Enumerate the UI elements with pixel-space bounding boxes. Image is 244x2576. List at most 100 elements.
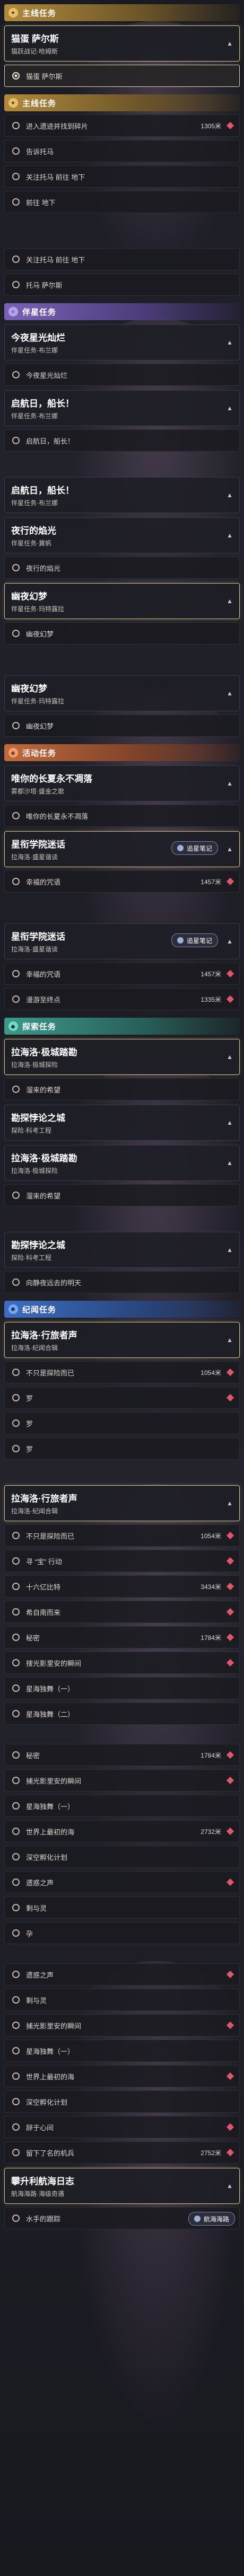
quest-card[interactable]: 星衔学院迷话 拉海洛·盛星谐谈 ▲ 追星笔记 bbox=[4, 831, 240, 867]
objective-item[interactable]: 告诉托马 bbox=[4, 140, 240, 162]
objective-item[interactable]: 孕 bbox=[4, 1922, 240, 1944]
section-title: 伴星任务 bbox=[22, 307, 57, 317]
objective-item[interactable]: 剩与灵 bbox=[4, 1896, 240, 1919]
quest-title: 攀升利航海日志 bbox=[11, 2176, 74, 2186]
radio-icon bbox=[12, 1532, 20, 1539]
radio-icon bbox=[12, 198, 20, 206]
section-main-quest[interactable]: ✦ 主线任务 bbox=[4, 4, 240, 21]
objective-item[interactable]: 向静夜远去的明天 bbox=[4, 1271, 240, 1293]
objective-item[interactable]: 留下了名的机兵 2752米 bbox=[4, 2141, 240, 2164]
chevron-icon: ▲ bbox=[226, 597, 233, 605]
objective-item[interactable]: 深空孵化计划 bbox=[4, 2090, 240, 2113]
quest-card[interactable]: 星衔学院迷话 拉海洛·盛星谐谈 ▲ 追星笔记 bbox=[4, 923, 240, 959]
radio-icon bbox=[12, 2098, 20, 2105]
section-lore-quest[interactable]: ✺ 纪闻任务 bbox=[4, 1301, 240, 1318]
section-main-quest[interactable]: ✦ 主线任务 bbox=[4, 94, 240, 111]
section-explore-quest[interactable]: ◆ 探索任务 bbox=[4, 1018, 240, 1035]
gold-quest-icon: ✦ bbox=[8, 8, 18, 17]
quest-card[interactable]: 幽夜幻梦 伴星任务·玛特露拉 ▲ bbox=[4, 675, 240, 711]
objective-item[interactable]: 世界上最初的海 bbox=[4, 2065, 240, 2087]
section-companion-quest[interactable]: ✧ 伴星任务 bbox=[4, 303, 240, 320]
objective-item[interactable]: 关注托马 前往 地下 bbox=[4, 165, 240, 188]
objective-label: 罗 bbox=[26, 1445, 33, 1453]
marker-icon bbox=[226, 2148, 234, 2157]
objective-item[interactable]: 水手的跟踪 航海海路 bbox=[4, 2207, 240, 2229]
objective-item[interactable]: 遗惑之声 bbox=[4, 1871, 240, 1893]
objective-item[interactable]: 捕光影里安的瞬间 bbox=[4, 2014, 240, 2036]
objective-item[interactable]: 寻 “宝” 行动 bbox=[4, 1550, 240, 1572]
quest-card[interactable]: 拉海洛·极城踏勘 拉海洛·极城探险 ▲ bbox=[4, 1039, 240, 1075]
quest-card[interactable]: 勘探悖论之城 探险·科考工程 ▲ bbox=[4, 1232, 240, 1268]
objective-item[interactable]: 捕光影里安的瞬间 bbox=[4, 1769, 240, 1792]
quest-subtitle: 航海海路·海级奇遇 bbox=[11, 2190, 64, 2198]
chevron-icon: ▲ bbox=[226, 1159, 233, 1167]
tracking-tooltip[interactable]: 航海海路 bbox=[188, 2212, 235, 2226]
objective-item[interactable]: 星海独舞（一） bbox=[4, 2040, 240, 2062]
objective-item[interactable]: 夜行的焰光 bbox=[4, 557, 240, 579]
objective-item[interactable]: 辞于心间 bbox=[4, 2116, 240, 2138]
objective-item[interactable]: 世界上最初的海 2732米 bbox=[4, 1820, 240, 1842]
radio-icon bbox=[12, 1929, 20, 1937]
objective-label: 遗惑之声 bbox=[26, 1971, 54, 1979]
quest-card[interactable]: 拉海洛·行旅者声 拉海洛·纪闻合辑 ▲ bbox=[4, 1322, 240, 1358]
quest-card[interactable]: 启航日，船长！ 伴星任务·布兰娜 ▲ bbox=[4, 477, 240, 513]
objective-item[interactable]: 秘密 1784米 bbox=[4, 1744, 240, 1766]
radio-icon bbox=[12, 255, 20, 263]
objective-item[interactable]: 猫蛋 萨尔斯 bbox=[4, 65, 240, 87]
section-event-quest[interactable]: ◈ 活动任务 bbox=[4, 744, 240, 761]
objective-item[interactable]: 溜来的希望 bbox=[4, 1184, 240, 1206]
objective-item[interactable]: 启航日，船长！ bbox=[4, 429, 240, 452]
quest-card[interactable]: 唯你的长夏永不凋落 雾都沙塔·盛金之歌 ▲ bbox=[4, 765, 240, 801]
radio-icon bbox=[12, 122, 20, 129]
objective-item[interactable]: 前往 地下 bbox=[4, 191, 240, 213]
objective-item[interactable]: 漫游至终点 1335米 bbox=[4, 988, 240, 1010]
objective-item[interactable]: 遗惑之声 bbox=[4, 1963, 240, 1986]
quest-card[interactable]: 启航日，船长！ 伴星任务·布兰娜 ▲ bbox=[4, 390, 240, 426]
objective-item[interactable]: 罗 bbox=[4, 1437, 240, 1460]
objective-item[interactable]: 不只是探险而已 1054米 bbox=[4, 1361, 240, 1383]
quest-card[interactable]: 攀升利航海日志 航海海路·海级奇遇 ▲ bbox=[4, 2168, 240, 2204]
quest-card[interactable]: 猫蛋 萨尔斯 猫跃战记·哈姆斯 ▲ bbox=[4, 25, 240, 61]
quest-card[interactable]: 拉海洛·极城踏勘 拉海洛·极城探险 ▲ bbox=[4, 1145, 240, 1181]
marker-icon bbox=[226, 2021, 234, 2030]
objective-item[interactable]: 星海独舞（一） bbox=[4, 1795, 240, 1817]
objective-item[interactable]: 进入遗迹并找到碎片 1305米 bbox=[4, 114, 240, 137]
radio-icon bbox=[12, 1445, 20, 1452]
quest-card[interactable]: 夜行的焰光 伴星任务·冀帆 ▲ bbox=[4, 517, 240, 553]
radio-icon bbox=[12, 722, 20, 729]
objective-item[interactable]: 幽夜幻梦 bbox=[4, 622, 240, 645]
tracking-tooltip[interactable]: 追星笔记 bbox=[171, 841, 218, 855]
marker-icon bbox=[226, 1582, 234, 1591]
objective-label: 星海独舞（一） bbox=[26, 1802, 75, 1811]
tracking-tooltip[interactable]: 追星笔记 bbox=[171, 933, 218, 947]
objective-item[interactable]: 托马 萨尔斯 bbox=[4, 274, 240, 296]
radio-icon bbox=[12, 1971, 20, 1978]
objective-item[interactable]: 幸福的咒语 1457米 bbox=[4, 963, 240, 985]
objective-item[interactable]: 幽夜幻梦 bbox=[4, 714, 240, 737]
quest-card[interactable]: 拉海洛·行旅者声 拉海洛·纪闻合辑 ▲ bbox=[4, 1485, 240, 1521]
quest-card[interactable]: 勘探悖论之城 探险·科考工程 ▲ bbox=[4, 1105, 240, 1141]
objective-item[interactable]: 深空孵化计划 bbox=[4, 1846, 240, 1868]
objective-item[interactable]: 秘密 1784米 bbox=[4, 1626, 240, 1648]
objective-item[interactable]: 剩与灵 bbox=[4, 1989, 240, 2011]
quest-card[interactable]: 今夜星光灿烂 伴星任务·布兰娜 ▲ bbox=[4, 324, 240, 360]
objective-item[interactable]: 幸福的咒语 1457米 bbox=[4, 870, 240, 893]
quest-card[interactable]: 幽夜幻梦 伴星任务·玛特露拉 ▲ bbox=[4, 583, 240, 619]
radio-icon bbox=[12, 2022, 20, 2029]
objective-item[interactable]: 十六亿比特 3434米 bbox=[4, 1575, 240, 1598]
objective-item[interactable]: 唯你的长夏永不凋落 bbox=[4, 805, 240, 827]
objective-item[interactable]: 罗 bbox=[4, 1387, 240, 1409]
objective-item[interactable]: 星海独舞（一） bbox=[4, 1677, 240, 1699]
objective-item[interactable]: 今夜星光灿烂 bbox=[4, 364, 240, 386]
objective-item[interactable]: 不只是探险而已 1054米 bbox=[4, 1524, 240, 1547]
objective-label: 星海独舞（一） bbox=[26, 1684, 75, 1693]
objective-item[interactable]: 罗 bbox=[4, 1412, 240, 1434]
objective-item[interactable]: 星海独舞（二） bbox=[4, 1702, 240, 1725]
objective-item[interactable]: 搜光影里安的瞬间 bbox=[4, 1652, 240, 1674]
radio-icon bbox=[12, 1996, 20, 2004]
objective-item[interactable]: 溜来的希望 bbox=[4, 1078, 240, 1100]
objective-item[interactable]: 关注托马 前往 地下 bbox=[4, 248, 240, 270]
quest-title: 勘探悖论之城 bbox=[11, 1240, 65, 1250]
objective-item[interactable]: 希自南而来 bbox=[4, 1601, 240, 1623]
quest-subtitle: 雾都沙塔·盛金之歌 bbox=[11, 788, 64, 795]
